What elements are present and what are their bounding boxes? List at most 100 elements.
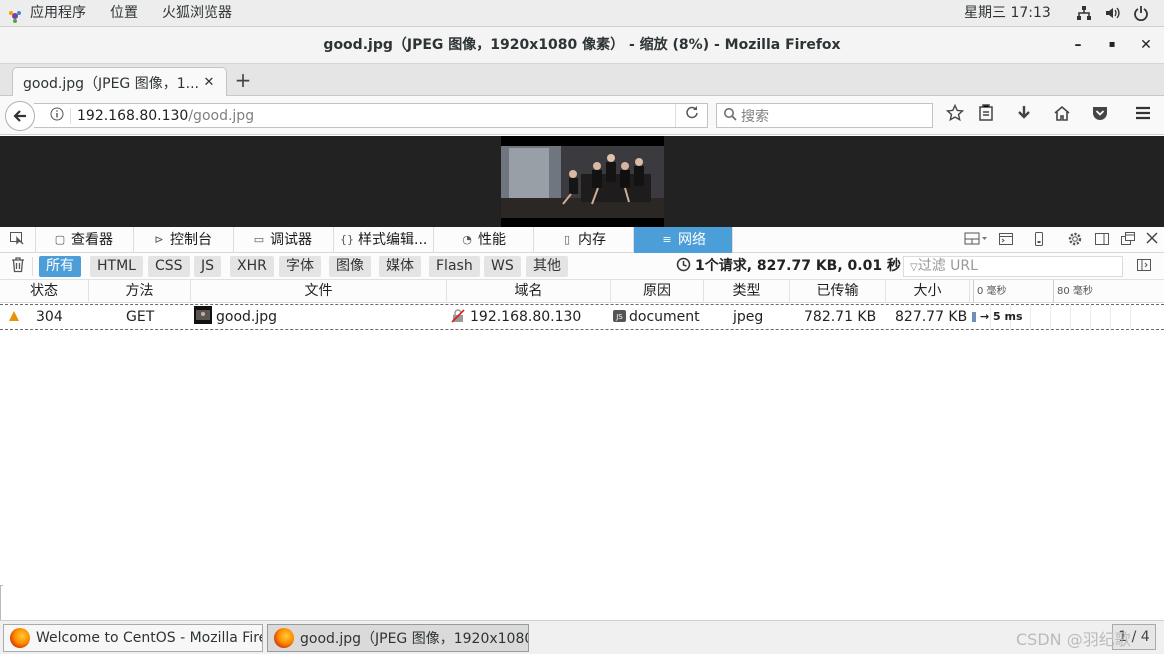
tab-console-label: 控制台 — [170, 232, 212, 248]
undock-window-icon[interactable] — [1119, 231, 1137, 249]
tab-console[interactable]: ⊳ 控制台 — [134, 227, 234, 253]
active-app-menu[interactable]: 火狐浏览器 — [150, 0, 244, 27]
column-size[interactable]: 大小 — [886, 280, 970, 303]
network-filter-bar: 所有 HTML CSS JS XHR 字体 图像 媒体 Flash WS 其他 … — [0, 253, 1164, 280]
column-method[interactable]: 方法 — [89, 280, 191, 303]
tab-strip: good.jpg（JPEG 图像，1... ✕ + — [0, 64, 1164, 97]
places-menu[interactable]: 位置 — [98, 0, 150, 27]
clear-trash-icon[interactable] — [9, 257, 27, 275]
filter-funnel-icon: ▽ — [910, 262, 918, 273]
network-icon: ≡ — [662, 233, 672, 246]
tab-style-editor-label: 样式编辑... — [358, 232, 428, 248]
displayed-image[interactable] — [501, 136, 664, 227]
applications-icon — [8, 6, 22, 23]
column-cause[interactable]: 原因 — [611, 280, 704, 303]
split-console-icon[interactable] — [963, 231, 989, 249]
network-status-icon[interactable] — [1075, 5, 1093, 23]
bookmarks-library-icon[interactable] — [974, 104, 998, 128]
url-filter-input[interactable]: ▽过滤 URL — [903, 256, 1123, 277]
tab-debugger[interactable]: ▭ 调试器 — [234, 227, 334, 253]
filter-js[interactable]: JS — [194, 256, 222, 277]
close-devtools-icon[interactable] — [1143, 231, 1161, 249]
filter-other[interactable]: 其他 — [526, 256, 568, 277]
bookmark-star-icon[interactable] — [943, 103, 967, 128]
filter-images[interactable]: 图像 — [329, 256, 371, 277]
insecure-connection-icon — [451, 305, 467, 329]
close-window-button[interactable]: ✕ — [1136, 35, 1156, 55]
dock-side-icon[interactable] — [1093, 231, 1111, 249]
filter-css[interactable]: CSS — [148, 256, 190, 277]
site-info-icon[interactable] — [44, 107, 70, 124]
row-cause: document — [629, 309, 700, 325]
tab-inspector[interactable]: ▢ 查看器 — [36, 227, 134, 253]
column-type[interactable]: 类型 — [704, 280, 790, 303]
tab-label: good.jpg（JPEG 图像，1... — [23, 75, 199, 92]
element-picker-icon[interactable] — [8, 231, 26, 249]
maximize-button[interactable]: ▪ — [1102, 35, 1122, 55]
back-button[interactable] — [5, 101, 35, 131]
filter-ws[interactable]: WS — [484, 256, 521, 277]
tab-performance[interactable]: ◔ 性能 — [434, 227, 534, 253]
devtools-toolbar: ▢ 查看器 ⊳ 控制台 ▭ 调试器 {} 样式编辑... ◔ 性能 ▯ 内存 ≡ 网络 — [0, 227, 1164, 253]
toggle-toolbox-icon[interactable] — [997, 231, 1015, 249]
downloads-icon[interactable] — [1012, 104, 1036, 128]
row-size: 827.77 KB — [895, 309, 968, 325]
new-tab-button[interactable]: + — [232, 68, 254, 92]
tab-memory-label: 内存 — [578, 232, 606, 248]
applications-menu[interactable]: 应用程序 — [0, 0, 98, 27]
tab-network-label: 网络 — [678, 232, 706, 248]
row-timing: → 5 ms — [980, 310, 1023, 323]
performance-icon: ◔ — [462, 233, 472, 246]
filter-fonts[interactable]: 字体 — [279, 256, 321, 277]
filter-xhr[interactable]: XHR — [230, 256, 274, 277]
requests-table-header: 状态 方法 文件 域名 原因 类型 已传输 大小 0 毫秒 80 毫秒 — [0, 280, 1164, 303]
filter-all[interactable]: 所有 — [39, 256, 81, 277]
tab-memory[interactable]: ▯ 内存 — [534, 227, 634, 253]
taskbar-item-label: good.jpg（JPEG 图像，1920x1080 ... — [300, 631, 529, 647]
timeline-tick-0: 0 毫秒 — [973, 280, 1053, 303]
responsive-design-icon[interactable] — [1030, 231, 1048, 249]
volume-icon[interactable] — [1103, 5, 1121, 23]
row-method: GET — [126, 309, 155, 325]
tab-inspector-label: 查看器 — [71, 232, 113, 248]
tab-debugger-label: 调试器 — [270, 232, 312, 248]
window-taskbar: Welcome to CentOS - Mozilla Firefox good… — [0, 620, 1164, 654]
pocket-icon[interactable] — [1088, 104, 1112, 128]
table-row[interactable]: 304 GET good.jpg 192.168.80.130 JS docum… — [0, 304, 1164, 330]
minimize-button[interactable]: – — [1068, 35, 1088, 55]
navigation-bar: 192.168.80.130/good.jpg 搜索 — [0, 96, 1164, 135]
tab-style-editor[interactable]: {} 样式编辑... — [334, 227, 434, 253]
filter-flash[interactable]: Flash — [429, 256, 480, 277]
clock[interactable]: 星期三 17:13 — [964, 0, 1051, 27]
settings-gear-icon[interactable] — [1066, 231, 1084, 249]
request-summary[interactable]: 1个请求, 827.77 KB, 0.01 秒 — [676, 253, 901, 280]
filter-html[interactable]: HTML — [90, 256, 143, 277]
search-icon — [723, 107, 737, 125]
resize-handle[interactable] — [0, 585, 3, 620]
reload-icon[interactable] — [675, 104, 707, 127]
column-domain[interactable]: 域名 — [447, 280, 611, 303]
watermark-text: CSDN @羽纪歌 — [1016, 630, 1131, 649]
taskbar-item-good-jpg[interactable]: good.jpg（JPEG 图像，1920x1080 ... — [267, 624, 529, 652]
home-icon[interactable] — [1050, 104, 1074, 128]
toggle-sidebar-icon[interactable] — [1135, 257, 1153, 275]
taskbar-item-label: Welcome to CentOS - Mozilla Firefox — [36, 630, 262, 646]
power-icon[interactable] — [1132, 5, 1150, 23]
filter-media[interactable]: 媒体 — [379, 256, 421, 277]
url-bar[interactable]: 192.168.80.130/good.jpg — [34, 103, 708, 128]
column-status[interactable]: 状态 — [0, 280, 89, 303]
tab-good-jpg[interactable]: good.jpg（JPEG 图像，1... ✕ — [12, 67, 227, 97]
tab-performance-label: 性能 — [478, 232, 506, 248]
window-title: good.jpg（JPEG 图像，1920x1080 像素） - 缩放 (8%)… — [323, 37, 841, 53]
taskbar-item-welcome[interactable]: Welcome to CentOS - Mozilla Firefox — [3, 624, 263, 652]
firefox-icon — [274, 628, 294, 648]
search-placeholder: 搜索 — [741, 108, 769, 125]
url-path: /good.jpg — [188, 107, 255, 124]
tab-close-icon[interactable]: ✕ — [202, 75, 216, 90]
column-transferred[interactable]: 已传输 — [790, 280, 886, 303]
search-bar[interactable]: 搜索 — [716, 103, 933, 128]
request-summary-text: 1个请求, 827.77 KB, 0.01 秒 — [695, 258, 901, 274]
column-file[interactable]: 文件 — [191, 280, 447, 303]
hamburger-menu-icon[interactable] — [1131, 104, 1155, 128]
tab-network[interactable]: ≡ 网络 — [634, 227, 733, 253]
